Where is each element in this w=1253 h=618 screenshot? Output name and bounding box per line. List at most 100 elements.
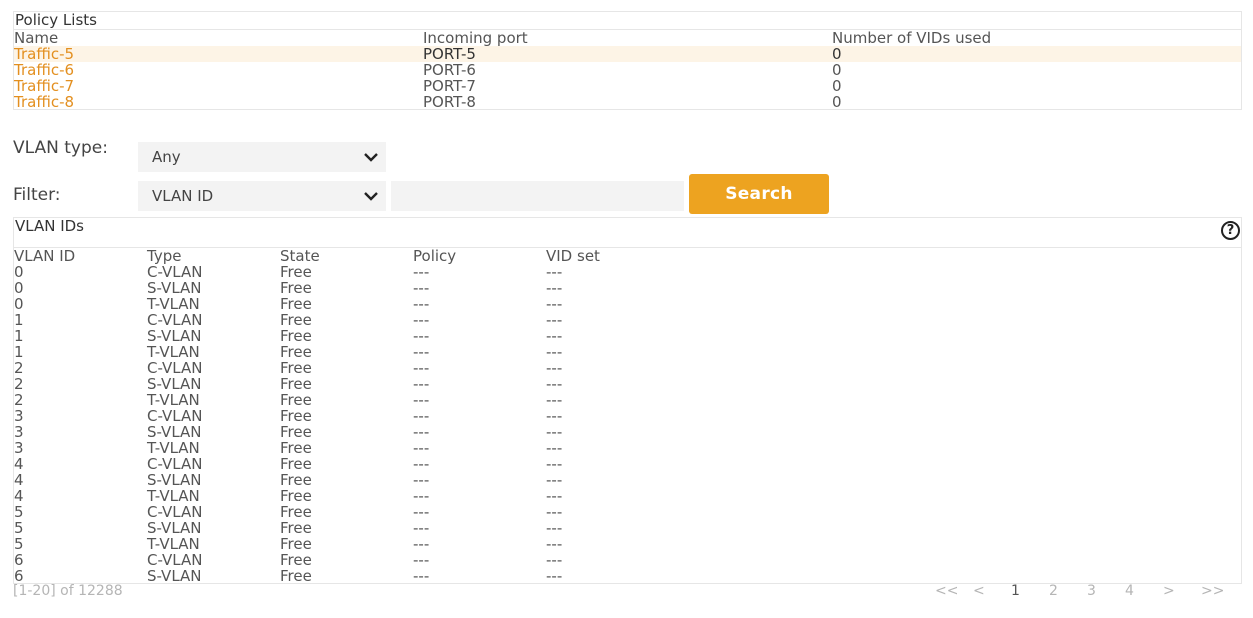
vlan-type-select[interactable]: Any (138, 142, 386, 172)
table-row: 6 S-VLAN Free --- --- (14, 568, 1241, 584)
vlan-vidset-cell: --- (546, 503, 563, 521)
table-row: 2 T-VLAN Free --- --- (14, 392, 1241, 408)
vlan-policy-cell: --- (413, 279, 430, 297)
pager-prev-button[interactable]: < (973, 583, 985, 599)
search-button[interactable]: Search (689, 174, 829, 214)
vlan-policy-cell: --- (413, 311, 430, 329)
table-row: 5 T-VLAN Free --- --- (14, 536, 1241, 552)
vlan-id-cell: 4 (14, 455, 24, 473)
vlan-policy-cell: --- (413, 487, 430, 505)
vlan-id-cell: 5 (14, 503, 24, 521)
vlan-id-cell: 1 (14, 343, 24, 361)
vlan-vidset-cell: --- (546, 311, 563, 329)
vlan-type-cell: S-VLAN (147, 423, 202, 441)
vlan-type-cell: C-VLAN (147, 359, 203, 377)
vlan-type-cell: C-VLAN (147, 311, 203, 329)
vlan-type-label: VLAN type: (13, 138, 108, 158)
policy-vids: 0 (832, 77, 842, 95)
policy-name-link[interactable]: Traffic-5 (14, 46, 74, 62)
vlan-policy-cell: --- (413, 359, 430, 377)
vlan-policy-cell: --- (413, 327, 430, 345)
vlan-vidset-cell: --- (546, 567, 563, 585)
help-icon[interactable]: ? (1221, 221, 1240, 240)
vlan-id-cell: 0 (14, 263, 24, 281)
chevron-down-icon (364, 192, 378, 201)
policy-port: PORT-7 (423, 77, 476, 95)
policy-row[interactable]: Traffic-5 PORT-5 0 (14, 46, 1241, 62)
vlan-vidset-cell: --- (546, 519, 563, 537)
chevron-down-icon (364, 153, 378, 162)
vlan-policy-cell: --- (413, 375, 430, 393)
policy-row[interactable]: Traffic-7 PORT-7 0 (14, 78, 1241, 94)
table-row: 5 S-VLAN Free --- --- (14, 520, 1241, 536)
vlan-vidset-cell: --- (546, 327, 563, 345)
vlan-type-cell: T-VLAN (147, 343, 200, 361)
vlan-id-cell: 1 (14, 327, 24, 345)
header-vid-set: VID set (546, 247, 600, 265)
filter-select[interactable]: VLAN ID (138, 181, 386, 211)
vlan-type-cell: S-VLAN (147, 327, 202, 345)
pager-page-2[interactable]: 2 (1049, 583, 1058, 599)
vlan-type-cell: S-VLAN (147, 567, 202, 585)
table-row: 1 C-VLAN Free --- --- (14, 312, 1241, 328)
vlan-policy-cell: --- (413, 455, 430, 473)
pager-last-button[interactable]: >> (1201, 583, 1224, 599)
vlan-state-cell: Free (280, 567, 312, 585)
pager-next-button[interactable]: > (1163, 583, 1175, 599)
vlan-state-cell: Free (280, 471, 312, 489)
table-row: 2 S-VLAN Free --- --- (14, 376, 1241, 392)
policy-name-link[interactable]: Traffic-8 (14, 94, 74, 110)
table-row: 4 T-VLAN Free --- --- (14, 488, 1241, 504)
policy-row[interactable]: Traffic-8 PORT-8 0 (14, 94, 1241, 110)
vlan-type-cell: C-VLAN (147, 503, 203, 521)
vlan-state-cell: Free (280, 327, 312, 345)
vlan-policy-cell: --- (413, 503, 430, 521)
vlan-state-cell: Free (280, 359, 312, 377)
vlan-policy-cell: --- (413, 567, 430, 585)
vlan-type-cell: T-VLAN (147, 295, 200, 313)
vlan-id-cell: 6 (14, 551, 24, 569)
table-row: 1 S-VLAN Free --- --- (14, 328, 1241, 344)
policy-port: PORT-6 (423, 61, 476, 79)
pager-info: [1-20] of 12288 (13, 583, 123, 599)
vlan-vidset-cell: --- (546, 391, 563, 409)
pager-page-1[interactable]: 1 (1011, 583, 1020, 599)
vlan-policy-cell: --- (413, 471, 430, 489)
vlan-ids-title-text: VLAN IDs (15, 217, 85, 235)
filter-input[interactable] (391, 181, 684, 211)
vlan-id-cell: 2 (14, 375, 24, 393)
vlan-policy-cell: --- (413, 551, 430, 569)
vlan-vidset-cell: --- (546, 295, 563, 313)
policy-name-link[interactable]: Traffic-7 (14, 78, 74, 94)
vlan-vidset-cell: --- (546, 471, 563, 489)
vlan-policy-cell: --- (413, 295, 430, 313)
table-row: 3 T-VLAN Free --- --- (14, 440, 1241, 456)
table-row: 2 C-VLAN Free --- --- (14, 360, 1241, 376)
policy-lists-title: Policy Lists (14, 12, 1241, 30)
pager-page-3[interactable]: 3 (1087, 583, 1096, 599)
vlan-type-cell: S-VLAN (147, 471, 202, 489)
pager-first-button[interactable]: << (935, 583, 958, 599)
vlan-state-cell: Free (280, 455, 312, 473)
pager-page-4[interactable]: 4 (1125, 583, 1134, 599)
vlan-vidset-cell: --- (546, 359, 563, 377)
vlan-type-cell: C-VLAN (147, 551, 203, 569)
vlan-vidset-cell: --- (546, 263, 563, 281)
vlan-vidset-cell: --- (546, 343, 563, 361)
vlan-state-cell: Free (280, 263, 312, 281)
header-vlan-id: VLAN ID (14, 247, 76, 265)
header-name: Name (14, 29, 59, 47)
vlan-vidset-cell: --- (546, 439, 563, 457)
vlan-id-cell: 3 (14, 439, 24, 457)
vlan-state-cell: Free (280, 391, 312, 409)
vlan-type-cell: C-VLAN (147, 407, 203, 425)
policy-name-link[interactable]: Traffic-6 (14, 62, 74, 78)
vlan-policy-cell: --- (413, 263, 430, 281)
vlan-id-cell: 0 (14, 295, 24, 313)
policy-row[interactable]: Traffic-6 PORT-6 0 (14, 62, 1241, 78)
vlan-state-cell: Free (280, 375, 312, 393)
vlan-state-cell: Free (280, 279, 312, 297)
policy-vids: 0 (832, 45, 842, 63)
vlan-type-value: Any (152, 148, 181, 166)
filter-label: Filter: (13, 185, 61, 205)
